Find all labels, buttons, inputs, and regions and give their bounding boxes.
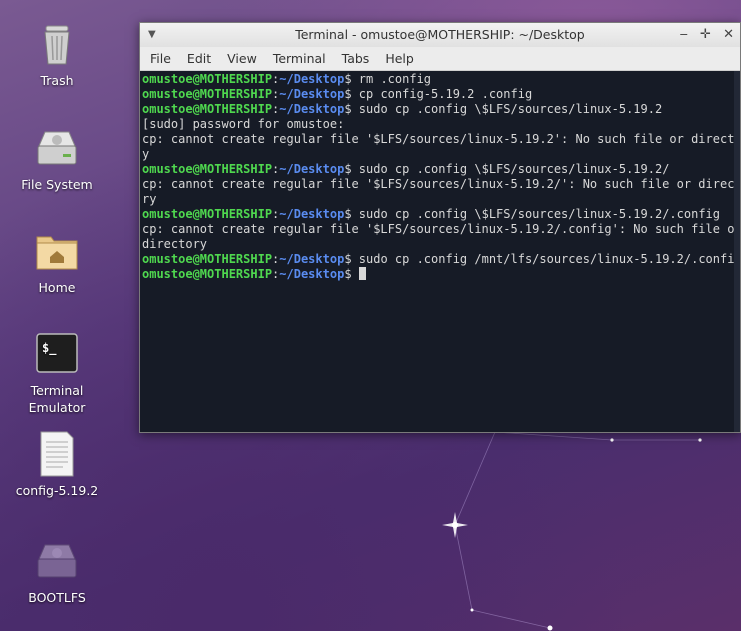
terminal-scrollbar[interactable]: [734, 71, 740, 432]
menu-bar: File Edit View Terminal Tabs Help: [140, 47, 740, 71]
terminal-line: y: [142, 147, 740, 162]
prompt-path: ~/Desktop: [279, 267, 345, 281]
menu-file[interactable]: File: [142, 47, 179, 70]
output-text: directory: [142, 237, 208, 251]
command-text: sudo cp .config \$LFS/sources/linux-5.19…: [351, 102, 663, 116]
prompt-user: omustoe@MOTHERSHIP: [142, 102, 273, 116]
terminal-icon: $_: [33, 330, 81, 378]
terminal-line: omustoe@MOTHERSHIP:~/Desktop$ sudo cp .c…: [142, 162, 670, 176]
terminal-output[interactable]: omustoe@MOTHERSHIP:~/Desktop$ rm .config…: [140, 71, 740, 432]
desktop-icon-label: Trash: [40, 73, 74, 88]
prompt-user: omustoe@MOTHERSHIP: [142, 162, 273, 176]
terminal-line: [sudo] password for omustoe:: [142, 117, 740, 132]
output-text: [sudo] password for omustoe:: [142, 117, 345, 131]
terminal-line: omustoe@MOTHERSHIP:~/Desktop$: [142, 267, 740, 282]
terminal-line: omustoe@MOTHERSHIP:~/Desktop$ sudo cp .c…: [142, 252, 740, 266]
terminal-line: cp: cannot create regular file '$LFS/sou…: [142, 177, 740, 192]
prompt-path: ~/Desktop: [279, 207, 345, 221]
terminal-line: directory: [142, 237, 740, 252]
home-folder-icon: [33, 227, 81, 275]
prompt-path: ~/Desktop: [279, 72, 345, 86]
hard-drive-icon: [33, 124, 81, 172]
command-text: sudo cp .config /mnt/lfs/sources/linux-5…: [351, 252, 740, 266]
window-titlebar[interactable]: ▼ Terminal - omustoe@MOTHERSHIP: ~/Deskt…: [140, 23, 740, 47]
prompt-path: ~/Desktop: [279, 87, 345, 101]
command-text: [352, 267, 359, 281]
desktop-icon-label: File System: [21, 177, 93, 192]
window-menu-icon[interactable]: ▼: [148, 23, 156, 47]
command-text: sudo cp .config \$LFS/sources/linux-5.19…: [351, 162, 670, 176]
terminal-window[interactable]: ▼ Terminal - omustoe@MOTHERSHIP: ~/Deskt…: [139, 22, 741, 433]
prompt-user: omustoe@MOTHERSHIP: [142, 87, 273, 101]
desktop-icon-terminal[interactable]: $_ Terminal Emulator: [10, 330, 104, 416]
command-text: cp config-5.19.2 .config: [351, 87, 533, 101]
terminal-line: omustoe@MOTHERSHIP:~/Desktop$ cp config-…: [142, 87, 533, 101]
prompt-user: omustoe@MOTHERSHIP: [142, 267, 273, 281]
terminal-line: cp: cannot create regular file '$LFS/sou…: [142, 132, 740, 147]
trash-icon: [33, 20, 81, 68]
prompt-user: omustoe@MOTHERSHIP: [142, 207, 273, 221]
terminal-line: omustoe@MOTHERSHIP:~/Desktop$ rm .config: [142, 72, 432, 86]
output-text: ry: [142, 192, 157, 206]
terminal-cursor: [358, 267, 366, 280]
terminal-line: omustoe@MOTHERSHIP:~/Desktop$ sudo cp .c…: [142, 102, 663, 116]
desktop-icon-label: Home: [38, 280, 76, 295]
command-text: sudo cp .config \$LFS/sources/linux-5.19…: [351, 207, 721, 221]
output-text: cp: cannot create regular file '$LFS/sou…: [142, 177, 740, 191]
desktop-icon-label: BOOTLFS: [28, 590, 86, 605]
output-text: cp: cannot create regular file '$LFS/sou…: [142, 132, 740, 146]
prompt-path: ~/Desktop: [279, 252, 345, 266]
prompt-user: omustoe@MOTHERSHIP: [142, 252, 273, 266]
output-text: y: [142, 147, 150, 161]
desktop-icon-file-system[interactable]: File System: [10, 124, 104, 193]
command-text: rm .config: [351, 72, 432, 86]
close-icon[interactable]: ✕: [723, 27, 734, 42]
desktop-icon-label: config-5.19.2: [15, 483, 99, 498]
text-file-icon: [33, 430, 81, 478]
minimize-icon[interactable]: ‒: [680, 27, 688, 42]
menu-view[interactable]: View: [219, 47, 265, 70]
menu-terminal[interactable]: Terminal: [265, 47, 334, 70]
prompt-user: omustoe@MOTHERSHIP: [142, 72, 273, 86]
prompt-path: ~/Desktop: [279, 162, 345, 176]
terminal-line: ry: [142, 192, 740, 207]
desktop-icon-config-file[interactable]: config-5.19.2: [10, 430, 104, 499]
menu-edit[interactable]: Edit: [179, 47, 219, 70]
terminal-line: cp: cannot create regular file '$LFS/sou…: [142, 222, 740, 237]
output-text: cp: cannot create regular file '$LFS/sou…: [142, 222, 740, 236]
maximize-icon[interactable]: ✛: [700, 27, 711, 42]
desktop-icon-home[interactable]: Home: [10, 227, 104, 296]
prompt-path: ~/Desktop: [279, 102, 345, 116]
menu-help[interactable]: Help: [377, 47, 422, 70]
window-title: Terminal - omustoe@MOTHERSHIP: ~/Desktop: [295, 27, 585, 42]
desktop-icon-trash[interactable]: Trash: [10, 20, 104, 89]
svg-text:$_: $_: [42, 341, 57, 356]
desktop-icon-label: Terminal Emulator: [28, 383, 86, 415]
terminal-line: omustoe@MOTHERSHIP:~/Desktop$ sudo cp .c…: [142, 207, 721, 221]
desktop-icon-bootlfs[interactable]: BOOTLFS: [10, 537, 104, 606]
drive-icon: [33, 537, 81, 585]
menu-tabs[interactable]: Tabs: [334, 47, 378, 70]
